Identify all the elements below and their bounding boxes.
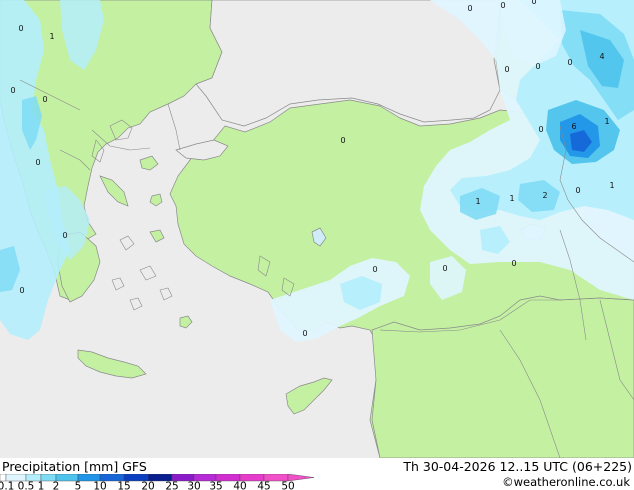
precip-value-label: 0	[42, 95, 47, 104]
precip-value-label: 0	[19, 286, 24, 295]
precip-value-label: 0	[575, 186, 580, 195]
product-label: Precipitation [mm]	[2, 459, 119, 474]
precip-value-label: 0	[538, 125, 543, 134]
legend-tick-label: 35	[209, 481, 222, 490]
precip-value-label: 0	[504, 65, 509, 74]
credit-text: ©weatheronline.co.uk	[502, 475, 630, 489]
precipitation-map: 0 0 0 0 1 0 0 0 0 0 4 0 0 6 1 0 1 1 2 0 1 0 0 0 0 0 0	[0, 0, 634, 458]
legend-tick-label: 25	[165, 481, 178, 490]
legend-tick-label: 5	[75, 481, 82, 490]
map-title: Precipitation [mm] GFS	[2, 459, 147, 474]
precipitation-legend: 0.1 0.5 1 2 5 10 15 20 25 30 35 40 45 50	[0, 474, 315, 490]
precip-value-label: 2	[542, 191, 547, 200]
precip-value-label: 0	[467, 4, 472, 13]
legend-tick-label: 0.5	[18, 481, 35, 490]
precip-value-label: 0	[500, 1, 505, 10]
legend-tick-label: 30	[187, 481, 200, 490]
precip-value-label: 1	[609, 181, 614, 190]
precip-value-label: 0	[18, 24, 23, 33]
legend-tick-labels: 0.1 0.5 1 2 5 10 15 20 25 30 35 40 45 50	[0, 481, 295, 490]
precip-value-label: 0	[535, 62, 540, 71]
legend-tick-label: 40	[233, 481, 246, 490]
legend-tick-label: 45	[257, 481, 270, 490]
precip-value-label: 0	[340, 136, 345, 145]
legend-tick-label: 50	[281, 481, 294, 490]
legend-tick-label: 15	[117, 481, 130, 490]
precip-value-label: 0	[372, 265, 377, 274]
valid-time: Th 30-04-2026 12..15 UTC (06+225)	[403, 459, 632, 474]
legend-tick-label: 2	[53, 481, 60, 490]
precip-value-label: 0	[302, 329, 307, 338]
precip-value-label: 6	[571, 122, 576, 131]
precip-value-label: 0	[35, 158, 40, 167]
precip-value-label: 0	[62, 231, 67, 240]
legend-tick-label: 1	[38, 481, 45, 490]
legend-tick-label: 0.1	[0, 481, 14, 490]
legend-tick-label: 10	[93, 481, 106, 490]
precip-value-label: 1	[604, 117, 609, 126]
precip-value-label: 0	[511, 259, 516, 268]
precip-value-label: 0	[442, 264, 447, 273]
precip-value-label: 0	[531, 0, 536, 6]
precip-value-label: 0	[567, 58, 572, 67]
legend-tick-label: 20	[141, 481, 154, 490]
precip-value-label: 1	[509, 194, 514, 203]
precip-value-label: 0	[10, 86, 15, 95]
model-label: GFS	[122, 459, 147, 474]
precip-value-label: 1	[475, 197, 480, 206]
precip-value-label: 1	[49, 32, 54, 41]
precip-value-label: 4	[599, 52, 604, 61]
